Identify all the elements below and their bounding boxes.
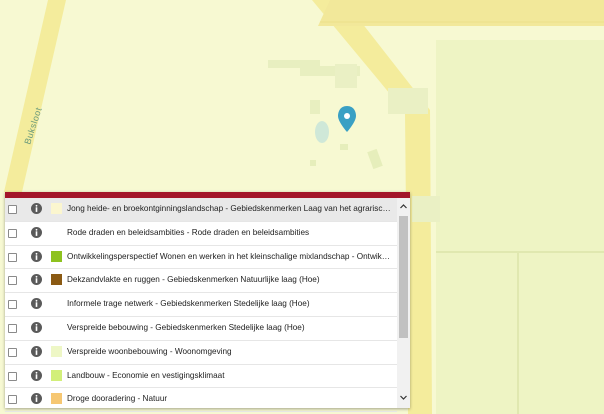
- legend-label: Informele trage netwerk - Gebiedskenmerk…: [67, 299, 310, 309]
- legend-row[interactable]: Verspreide bebouwing - Gebiedskenmerken …: [5, 317, 397, 341]
- info-icon[interactable]: [31, 250, 42, 262]
- layer-checkbox[interactable]: [8, 228, 17, 238]
- layer-checkbox[interactable]: [8, 276, 17, 286]
- legend-row[interactable]: Informele trage netwerk - Gebiedskenmerk…: [5, 293, 397, 317]
- legend-label: Verspreide woonbebouwing - Woonomgeving: [67, 346, 232, 356]
- info-icon[interactable]: [31, 274, 42, 286]
- pond: [315, 121, 329, 143]
- legend-label: Jong heide- en broekontginningslandschap…: [67, 204, 393, 213]
- legend-row[interactable]: Jong heide- en broekontginningslandschap…: [5, 198, 397, 222]
- info-icon[interactable]: [31, 298, 42, 310]
- legend-row[interactable]: Rode draden en beleidsambities - Rode dr…: [5, 222, 397, 246]
- legend-row[interactable]: Landbouw - Economie en vestigingsklimaat: [5, 365, 397, 389]
- legend-row[interactable]: Dekzandvlakte en ruggen - Gebiedskenmerk…: [5, 269, 397, 294]
- legend-panel: Jong heide- en broekontginningslandschap…: [5, 192, 410, 413]
- scrollbar-thumb[interactable]: [399, 216, 408, 338]
- legend-row[interactable]: Droge dooradering - Natuur: [5, 388, 397, 413]
- legend-swatch: [51, 345, 62, 357]
- legend-swatch: [51, 393, 62, 405]
- legend-label: Ontwikkelingsperspectief Wonen en werken…: [67, 251, 393, 261]
- chevron-down-icon[interactable]: [399, 393, 408, 402]
- building: [310, 100, 320, 114]
- info-icon[interactable]: [31, 393, 42, 405]
- legend-label: Dekzandvlakte en ruggen - Gebiedskenmerk…: [67, 275, 320, 285]
- legend-swatch: [51, 250, 62, 262]
- legend-swatch: [51, 369, 62, 381]
- legend-row[interactable]: Ontwikkelingsperspectief Wonen en werken…: [5, 246, 397, 270]
- info-icon[interactable]: [31, 226, 42, 238]
- building: [388, 88, 428, 114]
- info-icon[interactable]: [31, 345, 42, 357]
- legend-scrollbar[interactable]: [397, 198, 410, 408]
- building: [310, 160, 316, 166]
- legend-swatch: [51, 274, 62, 286]
- layer-checkbox[interactable]: [8, 347, 17, 357]
- legend-label: Droge dooradering - Natuur: [67, 394, 168, 404]
- legend-label: Rode draden en beleidsambities - Rode dr…: [67, 227, 310, 237]
- layer-checkbox[interactable]: [8, 323, 17, 333]
- building: [335, 64, 357, 88]
- legend-list: Jong heide- en broekontginningslandschap…: [5, 198, 397, 413]
- layer-checkbox[interactable]: [8, 395, 17, 405]
- building: [340, 144, 348, 150]
- layer-checkbox[interactable]: [8, 371, 17, 381]
- field-right: [436, 40, 604, 414]
- chevron-up-icon[interactable]: [399, 202, 408, 211]
- legend-swatch: [51, 203, 62, 214]
- building: [412, 196, 440, 222]
- layer-checkbox[interactable]: [8, 300, 17, 310]
- legend-label: Landbouw - Economie en vestigingsklimaat: [67, 370, 225, 380]
- info-icon[interactable]: [31, 321, 42, 333]
- layer-checkbox[interactable]: [8, 205, 17, 214]
- legend-row[interactable]: Verspreide woonbebouwing - Woonomgeving: [5, 341, 397, 365]
- legend-label: Verspreide bebouwing - Gebiedskenmerken …: [67, 322, 305, 332]
- layer-checkbox[interactable]: [8, 252, 17, 262]
- info-icon[interactable]: [31, 203, 42, 214]
- info-icon[interactable]: [31, 369, 42, 381]
